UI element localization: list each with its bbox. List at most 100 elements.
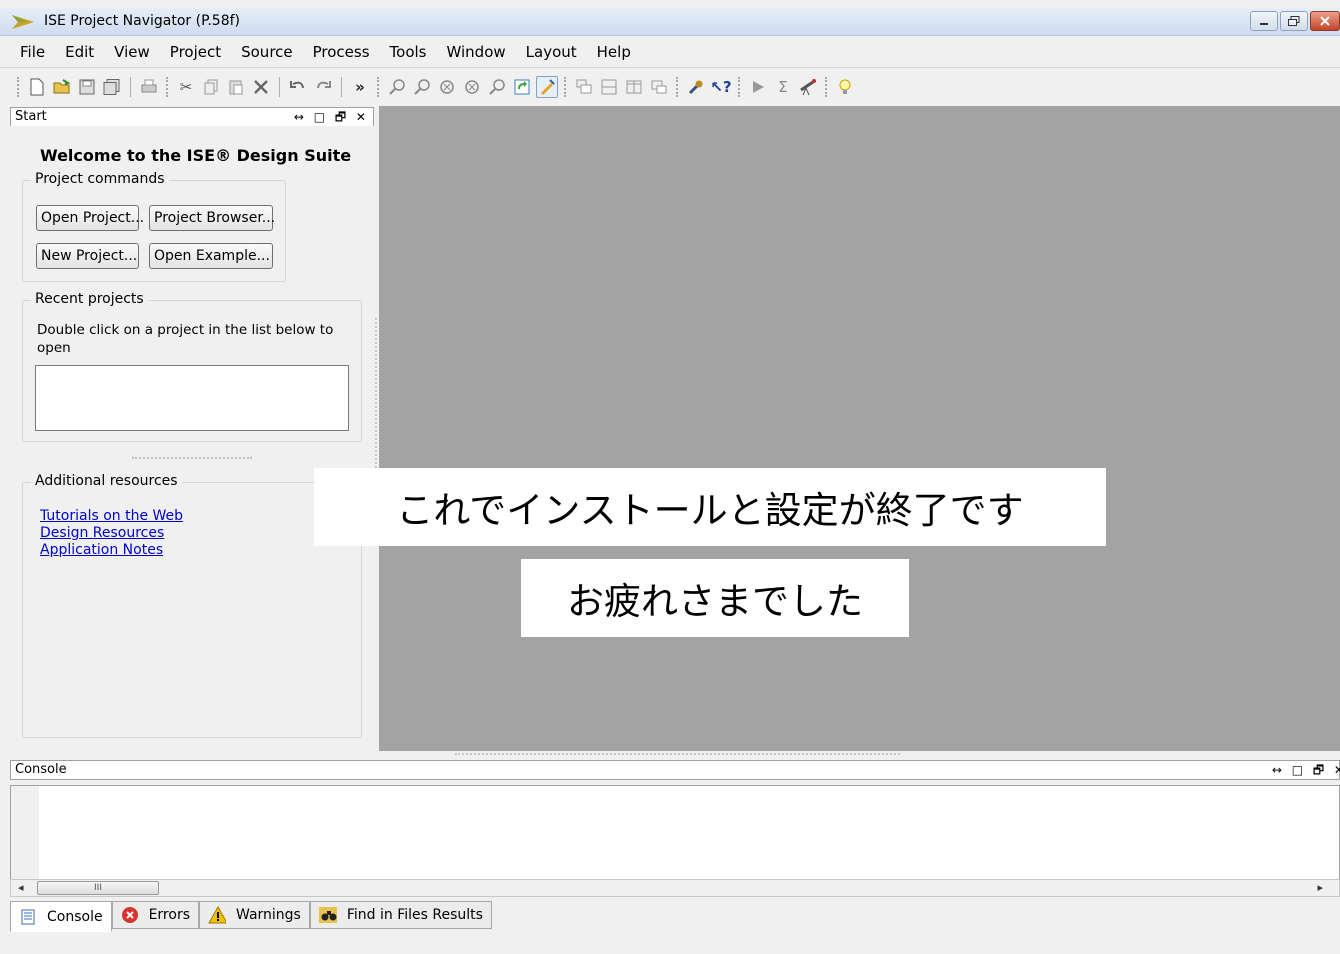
tab-errors[interactable]: Errors xyxy=(111,901,199,929)
open-project-button[interactable]: Open Project... xyxy=(36,205,144,231)
scroll-thumb[interactable]: III xyxy=(37,881,159,895)
close-icon xyxy=(1320,16,1330,26)
warning-icon xyxy=(208,906,226,924)
cut-icon[interactable]: ✂ xyxy=(175,76,197,98)
console-tabs: Console Errors Warnings Find in Files Re… xyxy=(10,901,492,932)
window-tile-vertical-icon[interactable] xyxy=(623,76,645,98)
ise-project-navigator-window: ISE Project Navigator (P.58f) File Edit … xyxy=(0,0,1340,954)
lightbulb-icon[interactable] xyxy=(834,76,856,98)
zoom-out-icon[interactable] xyxy=(411,76,433,98)
additional-resources-label: Additional resources xyxy=(31,473,182,489)
menu-source[interactable]: Source xyxy=(231,43,303,61)
scroll-right-icon[interactable]: ▸ xyxy=(1317,880,1323,896)
overlay-caption-installation-complete: これでインストールと設定が終了です xyxy=(314,468,1106,546)
menu-file[interactable]: File xyxy=(10,43,55,61)
toolbar-separator xyxy=(341,77,342,97)
application-notes-link[interactable]: Application Notes xyxy=(40,542,183,559)
console-panel-header: Console ↔ □ 🗗 ✕ xyxy=(10,760,1340,780)
start-panel: Welcome to the ISE® Design Suite Project… xyxy=(10,126,374,750)
resource-links: Tutorials on the Web Design Resources Ap… xyxy=(40,508,183,559)
project-browser-button[interactable]: Project Browser... xyxy=(149,205,275,231)
copy-icon[interactable] xyxy=(200,76,222,98)
binoculars-icon xyxy=(318,906,337,924)
workspace-area xyxy=(379,106,1340,751)
toolbar-grip[interactable] xyxy=(377,77,380,97)
delete-icon[interactable] xyxy=(250,76,272,98)
console-icon xyxy=(19,908,37,926)
recent-projects-group: Recent projects Double click on a projec… xyxy=(22,291,362,442)
menu-window[interactable]: Window xyxy=(437,43,516,61)
title-bar[interactable]: ISE Project Navigator (P.58f) xyxy=(0,8,1340,36)
new-file-icon[interactable] xyxy=(26,76,48,98)
toolbar-grip[interactable] xyxy=(825,77,828,97)
refresh-icon[interactable] xyxy=(511,76,533,98)
open-example-button[interactable]: Open Example... xyxy=(149,243,273,269)
zoom-in-icon[interactable] xyxy=(386,76,408,98)
menu-view[interactable]: View xyxy=(104,43,160,61)
menu-process[interactable]: Process xyxy=(303,43,380,61)
menu-tools[interactable]: Tools xyxy=(380,43,437,61)
recent-projects-list[interactable] xyxy=(35,365,349,431)
close-button[interactable] xyxy=(1310,11,1340,31)
tab-warnings[interactable]: Warnings xyxy=(199,901,310,929)
console-panel-title: Console xyxy=(15,762,67,777)
menu-layout[interactable]: Layout xyxy=(516,43,587,61)
menu-project[interactable]: Project xyxy=(160,43,231,61)
panel-resize-grip[interactable] xyxy=(132,457,252,459)
start-panel-controls[interactable]: ↔ □ 🗗 ✕ xyxy=(294,108,369,126)
sum-icon[interactable]: Σ xyxy=(772,76,794,98)
console-panel-controls[interactable]: ↔ □ 🗗 ✕ xyxy=(1272,761,1340,779)
tab-find-in-files-results[interactable]: Find in Files Results xyxy=(309,901,492,929)
toolbar-grip[interactable] xyxy=(676,77,679,97)
tab-console[interactable]: Console xyxy=(10,901,112,932)
paste-icon[interactable] xyxy=(225,76,247,98)
scroll-left-icon[interactable]: ◂ xyxy=(18,880,24,896)
project-commands-group: Project commands Open Project... Project… xyxy=(22,171,286,282)
tutorials-link[interactable]: Tutorials on the Web xyxy=(40,508,183,525)
menu-help[interactable]: Help xyxy=(587,43,641,61)
welcome-heading: Welcome to the ISE® Design Suite xyxy=(40,146,352,165)
window-float-icon[interactable] xyxy=(648,76,670,98)
minimize-button[interactable] xyxy=(1250,11,1278,31)
zoom-icon[interactable] xyxy=(486,76,508,98)
open-folder-icon[interactable] xyxy=(51,76,73,98)
console-output[interactable] xyxy=(10,785,1340,880)
save-icon[interactable] xyxy=(76,76,98,98)
new-project-button[interactable]: New Project... xyxy=(36,243,139,269)
window-cascade-icon[interactable] xyxy=(573,76,595,98)
toolbar-grip[interactable] xyxy=(166,77,169,97)
properties-icon[interactable] xyxy=(685,76,707,98)
window-tile-horizontal-icon[interactable] xyxy=(598,76,620,98)
window-controls xyxy=(1250,11,1340,31)
toolbar-separator xyxy=(279,77,280,97)
menu-edit[interactable]: Edit xyxy=(55,43,104,61)
design-icon[interactable] xyxy=(536,76,558,98)
zoom-fit-all-icon[interactable] xyxy=(461,76,483,98)
recent-projects-hint: Double click on a project in the list be… xyxy=(37,322,334,356)
overlay-caption-thanks: お疲れさまでした xyxy=(521,559,909,637)
undo-icon[interactable] xyxy=(287,76,309,98)
telescope-icon[interactable] xyxy=(797,76,819,98)
console-horizontal-scrollbar[interactable]: ◂ III ▸ xyxy=(10,879,1340,897)
redo-icon[interactable] xyxy=(312,76,334,98)
save-all-icon[interactable] xyxy=(101,76,123,98)
console-resize-grip[interactable] xyxy=(455,753,900,755)
console-gutter xyxy=(11,786,39,879)
recent-projects-label: Recent projects xyxy=(31,291,148,307)
toolbar-grip[interactable] xyxy=(738,77,741,97)
print-icon[interactable] xyxy=(138,76,160,98)
overflow-icon[interactable]: » xyxy=(349,76,371,98)
vertical-splitter[interactable] xyxy=(375,318,377,488)
start-panel-title: Start xyxy=(15,109,47,124)
minimize-icon xyxy=(1260,23,1268,25)
tab-find-label: Find in Files Results xyxy=(346,907,483,923)
tab-errors-label: Errors xyxy=(148,907,190,923)
toolbar-grip[interactable] xyxy=(17,77,20,97)
design-resources-link[interactable]: Design Resources xyxy=(40,525,183,542)
help-icon[interactable]: ↖? xyxy=(710,76,732,98)
zoom-fit-icon[interactable] xyxy=(436,76,458,98)
tab-warnings-label: Warnings xyxy=(236,907,301,923)
toolbar-grip[interactable] xyxy=(564,77,567,97)
run-icon[interactable] xyxy=(747,76,769,98)
restore-button[interactable] xyxy=(1280,11,1308,31)
